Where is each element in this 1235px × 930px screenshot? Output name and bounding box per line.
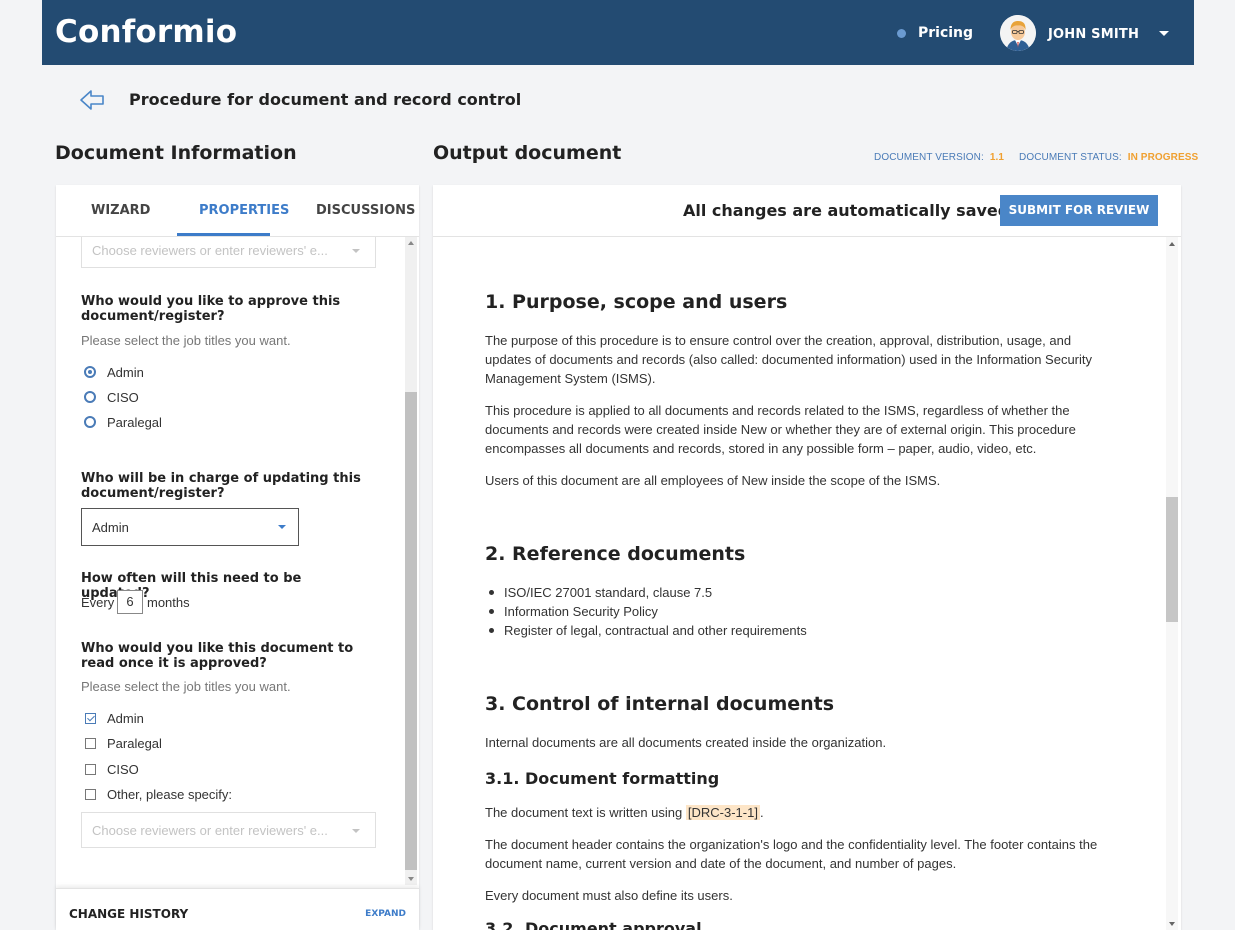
approve-hint: Please select the job titles you want. [81,333,291,348]
scroll-down-icon[interactable] [1169,922,1175,926]
read-option-label: Paralegal [107,736,162,751]
approve-option-label: Paralegal [107,415,162,430]
frequency-suffix: months [147,595,190,610]
readers-select[interactable]: Choose reviewers or enter reviewers' e..… [81,812,376,848]
list-item: Register of legal, contractual and other… [485,621,807,640]
page-title: Procedure for document and record contro… [129,90,522,109]
pricing-link[interactable]: Pricing [918,25,973,41]
chevron-down-icon [278,525,286,529]
change-history-bar: CHANGE HISTORY EXPAND [56,888,419,930]
checkbox-checked-icon[interactable] [85,713,96,724]
autosave-status: All changes are automatically saved. [683,201,1016,220]
save-status-bar: All changes are automatically saved. SUB… [433,185,1181,237]
document-version-label: DOCUMENT VERSION: [874,152,984,163]
document-status-value: IN PROGRESS [1127,152,1199,163]
document-viewer: 1. Purpose, scope and users The purpose … [433,237,1181,930]
logo[interactable]: Conformio [55,14,237,50]
text-fragment: . [759,805,764,820]
avatar-icon [1000,15,1036,51]
section-3-1-heading: 3.1. Document formatting [485,769,720,788]
paragraph: Users of this document are all employees… [485,473,941,488]
placeholder-tag[interactable]: [DRC-3-1-1] [685,805,760,820]
active-tab-indicator [177,233,270,236]
paragraph: Every document must also define its user… [485,888,733,903]
document-status: DOCUMENT STATUS: IN PROGRESS [1019,152,1198,163]
user-name[interactable]: JOHN SMITH [1048,27,1139,42]
reference-list: ISO/IEC 27001 standard, clause 7.5 Infor… [485,583,807,640]
expand-link[interactable]: EXPAND [365,909,406,919]
list-item: Information Security Policy [485,602,807,621]
checkbox-icon[interactable] [85,764,96,775]
read-option-label: CISO [107,762,139,777]
submit-for-review-button[interactable]: SUBMIT FOR REVIEW [1000,195,1158,226]
tab-wizard[interactable]: WIZARD [91,203,150,218]
document-status-label: DOCUMENT STATUS: [1019,152,1122,163]
chevron-down-icon[interactable] [1159,31,1169,36]
read-option-label: Admin [107,711,144,726]
section-2-heading: 2. Reference documents [485,543,746,565]
top-bar: Conformio Pricing JOHN SMITH [42,0,1194,65]
properties-scrollbar[interactable] [405,237,417,885]
reviewers-select[interactable]: Choose reviewers or enter reviewers' e..… [81,237,376,268]
approve-option-label: CISO [107,390,139,405]
tab-properties[interactable]: PROPERTIES [199,203,289,218]
checkbox-icon[interactable] [85,738,96,749]
scrollbar-thumb[interactable] [405,392,417,870]
back-arrow-icon[interactable] [79,87,105,113]
update-owner-value: Admin [92,520,129,535]
update-question: Who will be in charge of updating this d… [81,471,361,501]
read-option-label: Other, please specify: [107,787,233,802]
tab-discussions[interactable]: DISCUSSIONS [316,203,415,218]
scroll-down-icon[interactable] [408,877,414,881]
readers-placeholder: Choose reviewers or enter reviewers' e..… [92,823,328,838]
pricing-dot-icon [897,29,906,38]
read-hint: Please select the job titles you want. [81,679,291,694]
paragraph: Internal documents are all documents cre… [485,735,887,750]
chevron-down-icon [352,249,360,253]
document-version: DOCUMENT VERSION: 1.1 [874,152,1004,163]
paragraph: The document text is written using [DRC-… [485,803,1113,822]
read-question: Who would you like this document to read… [81,641,354,671]
change-history-title: CHANGE HISTORY [69,907,189,921]
radio-icon[interactable] [84,416,96,428]
output-document-panel: All changes are automatically saved. SUB… [433,185,1181,930]
tab-bar: WIZARD PROPERTIES DISCUSSIONS [56,185,419,237]
reviewers-placeholder: Choose reviewers or enter reviewers' e..… [92,243,328,258]
scroll-up-icon[interactable] [408,241,414,245]
section-1-heading: 1. Purpose, scope and users [485,291,788,313]
section-3-heading: 3. Control of internal documents [485,693,835,715]
properties-form: Choose reviewers or enter reviewers' e..… [56,237,419,885]
approve-question: Who would you like to approve this docum… [81,294,341,324]
paragraph: The document header contains the organiz… [485,837,1098,871]
checkbox-icon[interactable] [85,789,96,800]
frequency-prefix: Every [81,595,115,610]
paragraph: This procedure is applied to all documen… [485,403,1076,456]
scrollbar-thumb[interactable] [1166,497,1178,622]
text-fragment: The document text is written using [485,805,683,820]
radio-selected-icon[interactable] [84,366,96,378]
frequency-input[interactable]: 6 [117,590,143,614]
radio-icon[interactable] [84,391,96,403]
document-information-heading: Document Information [55,142,297,164]
approve-option-label: Admin [107,365,144,380]
update-owner-select[interactable]: Admin [81,508,299,546]
document-scrollbar[interactable] [1166,237,1178,930]
chevron-down-icon [352,829,360,833]
section-3-2-heading: 3.2. Document approval [485,919,702,930]
output-document-heading: Output document [433,142,622,164]
document-version-value: 1.1 [989,152,1005,163]
document-information-panel: WIZARD PROPERTIES DISCUSSIONS Choose rev… [56,185,419,930]
scroll-up-icon[interactable] [1169,242,1175,246]
list-item: ISO/IEC 27001 standard, clause 7.5 [485,583,807,602]
avatar[interactable] [1000,15,1036,51]
paragraph: The purpose of this procedure is to ensu… [485,333,1093,386]
